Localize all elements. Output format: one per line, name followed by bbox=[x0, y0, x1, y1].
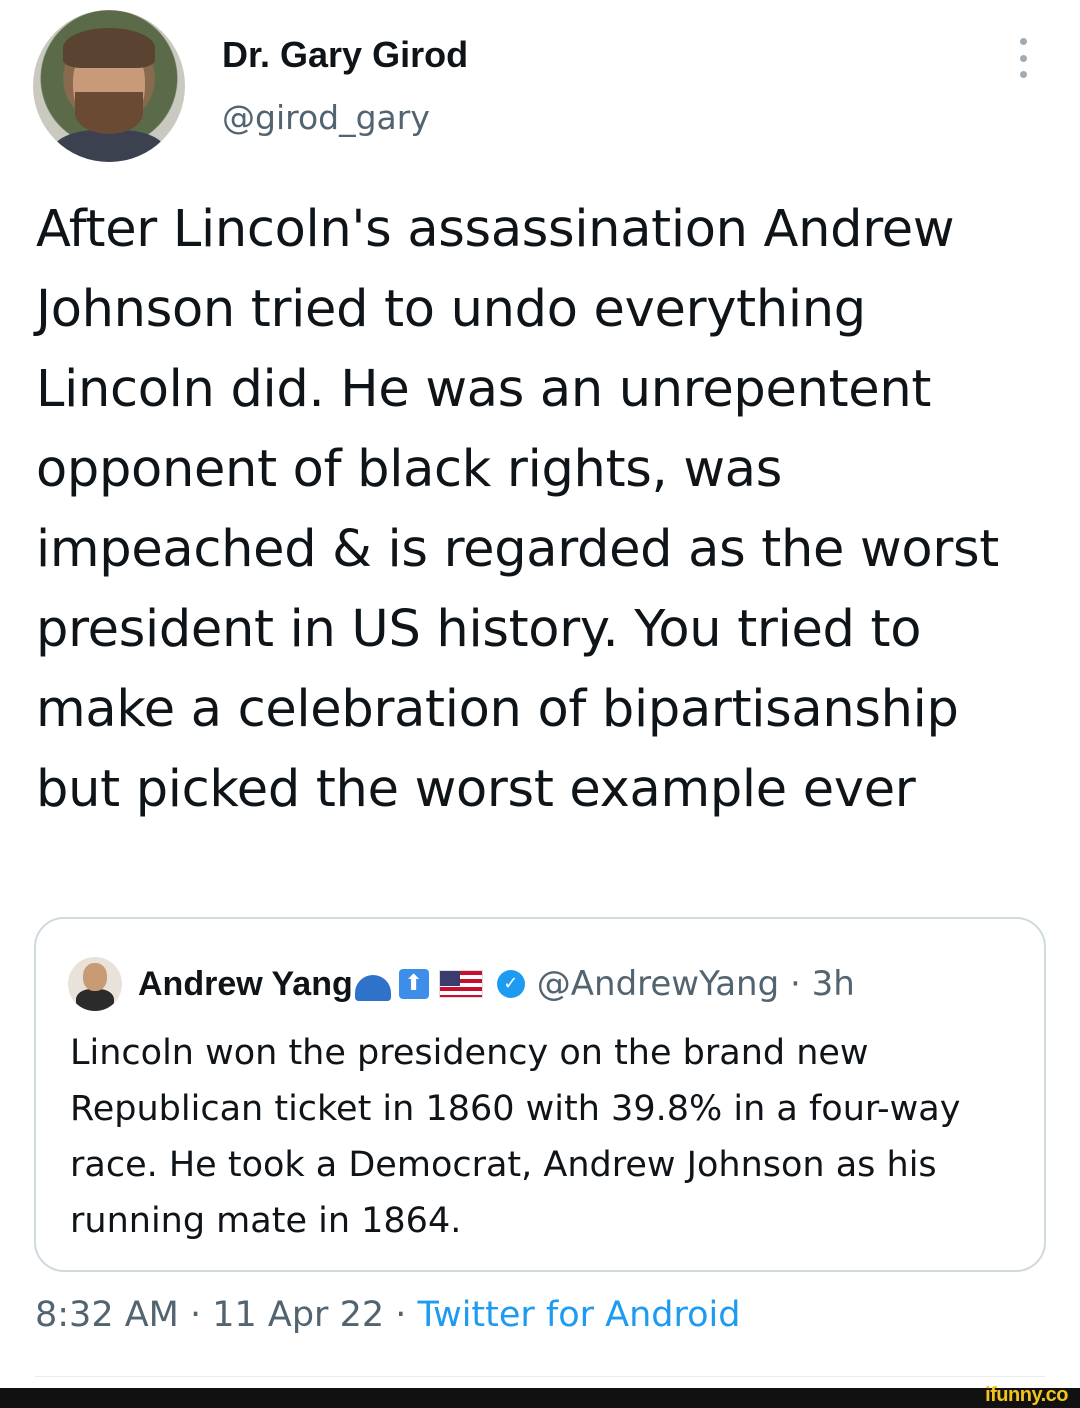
quoted-tweet-text: Lincoln won the presidency on the brand … bbox=[70, 1033, 961, 1241]
divider bbox=[35, 1376, 1045, 1377]
us-flag-emoji bbox=[438, 970, 483, 998]
avatar-shirt bbox=[53, 130, 165, 162]
more-options-icon[interactable] bbox=[1016, 38, 1030, 78]
avatar-beard bbox=[75, 92, 143, 134]
author-avatar[interactable] bbox=[33, 10, 185, 162]
verified-badge-icon: ✓ bbox=[496, 970, 525, 998]
up-arrow-emoji: ⬆ bbox=[398, 969, 429, 999]
quoted-tweet-header: Andrew Yang ⬆ ✓ @AndrewYang · 3h bbox=[138, 959, 855, 1009]
quoted-avatar-body bbox=[76, 989, 114, 1011]
ifunny-watermark: ifunny.co bbox=[985, 1384, 1068, 1406]
tweet-text: After Lincoln's assassination Andrew Joh… bbox=[36, 200, 999, 819]
quoted-avatar-face bbox=[83, 963, 107, 991]
quoted-author-avatar[interactable] bbox=[68, 957, 122, 1011]
author-display-name[interactable]: Dr. Gary Girod bbox=[222, 34, 468, 76]
more-dot bbox=[1019, 38, 1027, 45]
avatar-hair bbox=[63, 28, 155, 68]
author-handle[interactable]: @girod_gary bbox=[222, 98, 430, 137]
tweet-source-link[interactable]: Twitter for Android bbox=[418, 1295, 741, 1335]
watermark-bar: ifunny.co bbox=[0, 1384, 1080, 1408]
more-dot bbox=[1019, 71, 1027, 78]
quoted-author-name[interactable]: Andrew Yang bbox=[138, 965, 353, 1004]
quoted-tweet[interactable]: Andrew Yang ⬆ ✓ @AndrewYang · 3h Lincoln… bbox=[34, 917, 1046, 1272]
quoted-handle-time: @AndrewYang · 3h bbox=[536, 964, 855, 1004]
tweet-time-date[interactable]: 8:32 AM · 11 Apr 22 · bbox=[35, 1295, 418, 1335]
blue-cap-emoji bbox=[354, 975, 391, 1001]
more-dot bbox=[1019, 54, 1027, 62]
tweet-timestamp: 8:32 AM · 11 Apr 22 · Twitter for Androi… bbox=[35, 1295, 741, 1335]
